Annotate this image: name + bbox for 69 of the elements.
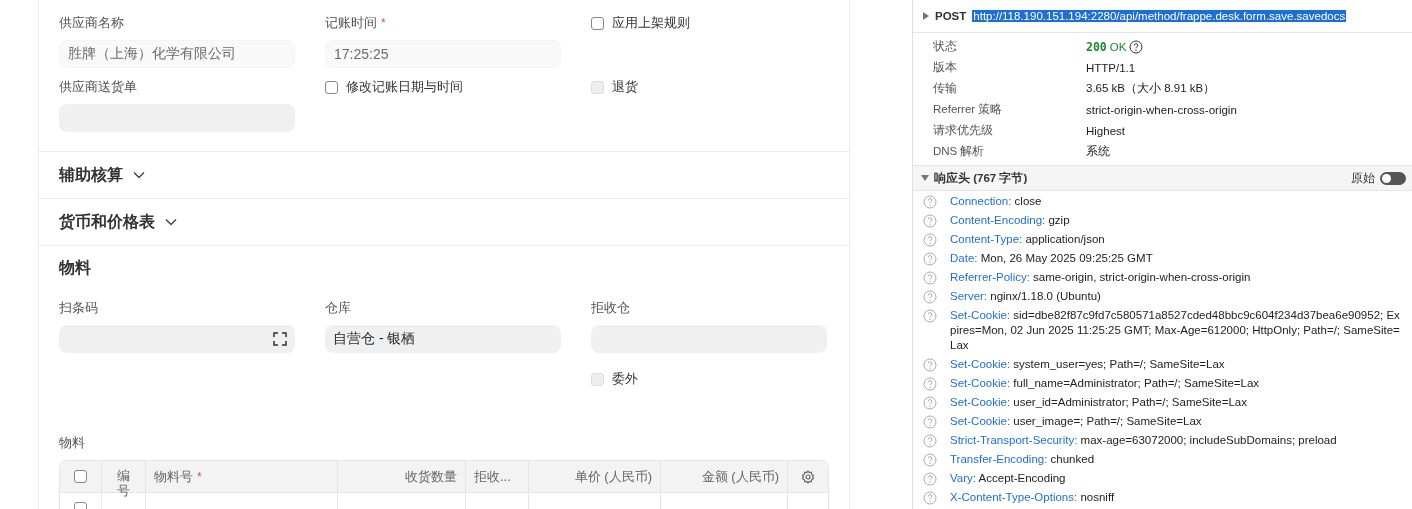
field-label: 拒收仓: [591, 299, 630, 317]
header-entry: Date: Mon, 26 May 2025 09:25:25 GMT: [950, 251, 1154, 266]
toggle-label: 原始: [1351, 170, 1375, 186]
column-header: 拒收...: [474, 467, 511, 486]
checkbox-label: 修改记账日期与时间: [346, 78, 463, 96]
summary-value: HTTP/1.1: [1086, 61, 1136, 74]
header-entry: Set-Cookie: user_id=Administrator; Path=/; SameSite=Lax: [950, 395, 1248, 410]
summary-label: Referrer 策略: [933, 102, 1004, 117]
field-label: 扫条码: [59, 299, 98, 317]
column-header: 编号: [117, 469, 130, 498]
summary-value: Highest: [1086, 124, 1125, 137]
header-entry: Set-Cookie: user_image=; Path=/; SameSite=Lax: [950, 414, 1203, 429]
expand-triangle-icon[interactable]: [923, 12, 929, 20]
required-mark: *: [197, 469, 202, 484]
header-entry: Strict-Transport-Security: max-age=63072000; includeSubDomains; preload: [950, 433, 1338, 448]
field-label: 仓库: [325, 299, 351, 317]
section-title[interactable]: 货币和价格表: [59, 211, 155, 233]
table-label: 物料: [59, 434, 86, 452]
section-title[interactable]: 响应头 (767 字节): [934, 170, 1028, 186]
http-method: POST: [935, 10, 967, 22]
summary-value: strict-origin-when-cross-origin: [1086, 103, 1237, 116]
status-code: 200: [1086, 39, 1107, 54]
expand-triangle-icon[interactable]: [921, 175, 929, 181]
summary-label: DNS 解析: [933, 144, 986, 159]
checkbox-label: 应用上架规则: [612, 14, 690, 32]
checkbox-label: 委外: [612, 370, 638, 388]
input-field[interactable]: 胜牌（上海）化学有限公司: [59, 40, 295, 68]
column-header: 物料号: [154, 467, 193, 486]
field-label: 记账时间: [325, 14, 377, 32]
input-field[interactable]: 自营仓 - 银栖: [325, 325, 561, 353]
summary-value: 3.65 kB（大小 8.91 kB）: [1086, 81, 1216, 96]
header-entry: Set-Cookie: sid=dbe82f87c9fd7c580571a8527cded48bbc9c604f234d37bea6e90952; Expires=Mon, 02 Jun 2025 11:25:25 GMT; Max-Age=612000; HttpOnly; Path=/; SameSite=Lax: [950, 308, 1401, 353]
checkbox-label: 退货: [612, 78, 638, 96]
header-entry: Set-Cookie: system_user=yes; Path=/; SameSite=Lax: [950, 357, 1226, 372]
header-entry: Server: nginx/1.18.0 (Ubuntu): [950, 289, 1102, 304]
header-entry: Vary: Accept-Encoding: [950, 471, 1067, 486]
column-header: 收货数量: [405, 467, 457, 486]
summary-label: 请求优先级: [933, 123, 994, 138]
field-label: 供应商名称: [59, 14, 124, 32]
column-header: 金额 (人民币): [701, 467, 779, 486]
checkbox[interactable]: [591, 16, 604, 30]
header-entry: X-Content-Type-Options: nosniff: [950, 490, 1116, 505]
column-header: 单价 (人民币): [574, 467, 652, 486]
required-mark: *: [381, 16, 386, 30]
summary-label: 状态: [933, 39, 958, 54]
header-entry: Content-Type: application/json: [950, 232, 1106, 247]
section-title: 物料: [59, 258, 92, 278]
section-title[interactable]: 辅助核算: [59, 164, 123, 186]
field-label: 供应商送货单: [59, 78, 137, 96]
header-entry: Transfer-Encoding: chunked: [950, 452, 1096, 467]
input-field[interactable]: 17:25:25: [325, 40, 561, 68]
header-entry: Referrer-Policy: same-origin, strict-origin-when-cross-origin: [950, 270, 1252, 285]
summary-label: 传输: [933, 81, 958, 96]
settings-icon[interactable]: [801, 469, 815, 484]
header-entry: Content-Encoding: gzip: [950, 213, 1071, 228]
fullscreen-icon[interactable]: [273, 332, 287, 346]
request-url[interactable]: http://118.190.151.194:2280/api/method/frappe.desk.form.save.savedocs: [972, 10, 1347, 22]
header-entry: Set-Cookie: full_name=Administrator; Path=/; SameSite=Lax: [950, 376, 1261, 391]
input-field[interactable]: [59, 325, 295, 353]
chevron-icon[interactable]: [133, 171, 145, 179]
help-icon[interactable]: [1129, 39, 1144, 54]
summary-label: 版本: [933, 60, 958, 75]
chevron-icon[interactable]: [165, 218, 177, 226]
status-text: OK: [1109, 40, 1127, 53]
checkbox[interactable]: [325, 80, 338, 94]
header-entry: Connection: close: [950, 194, 1043, 209]
summary-value: 系统: [1086, 144, 1110, 159]
checkbox[interactable]: [74, 470, 87, 483]
toggle-switch[interactable]: [1380, 171, 1406, 185]
